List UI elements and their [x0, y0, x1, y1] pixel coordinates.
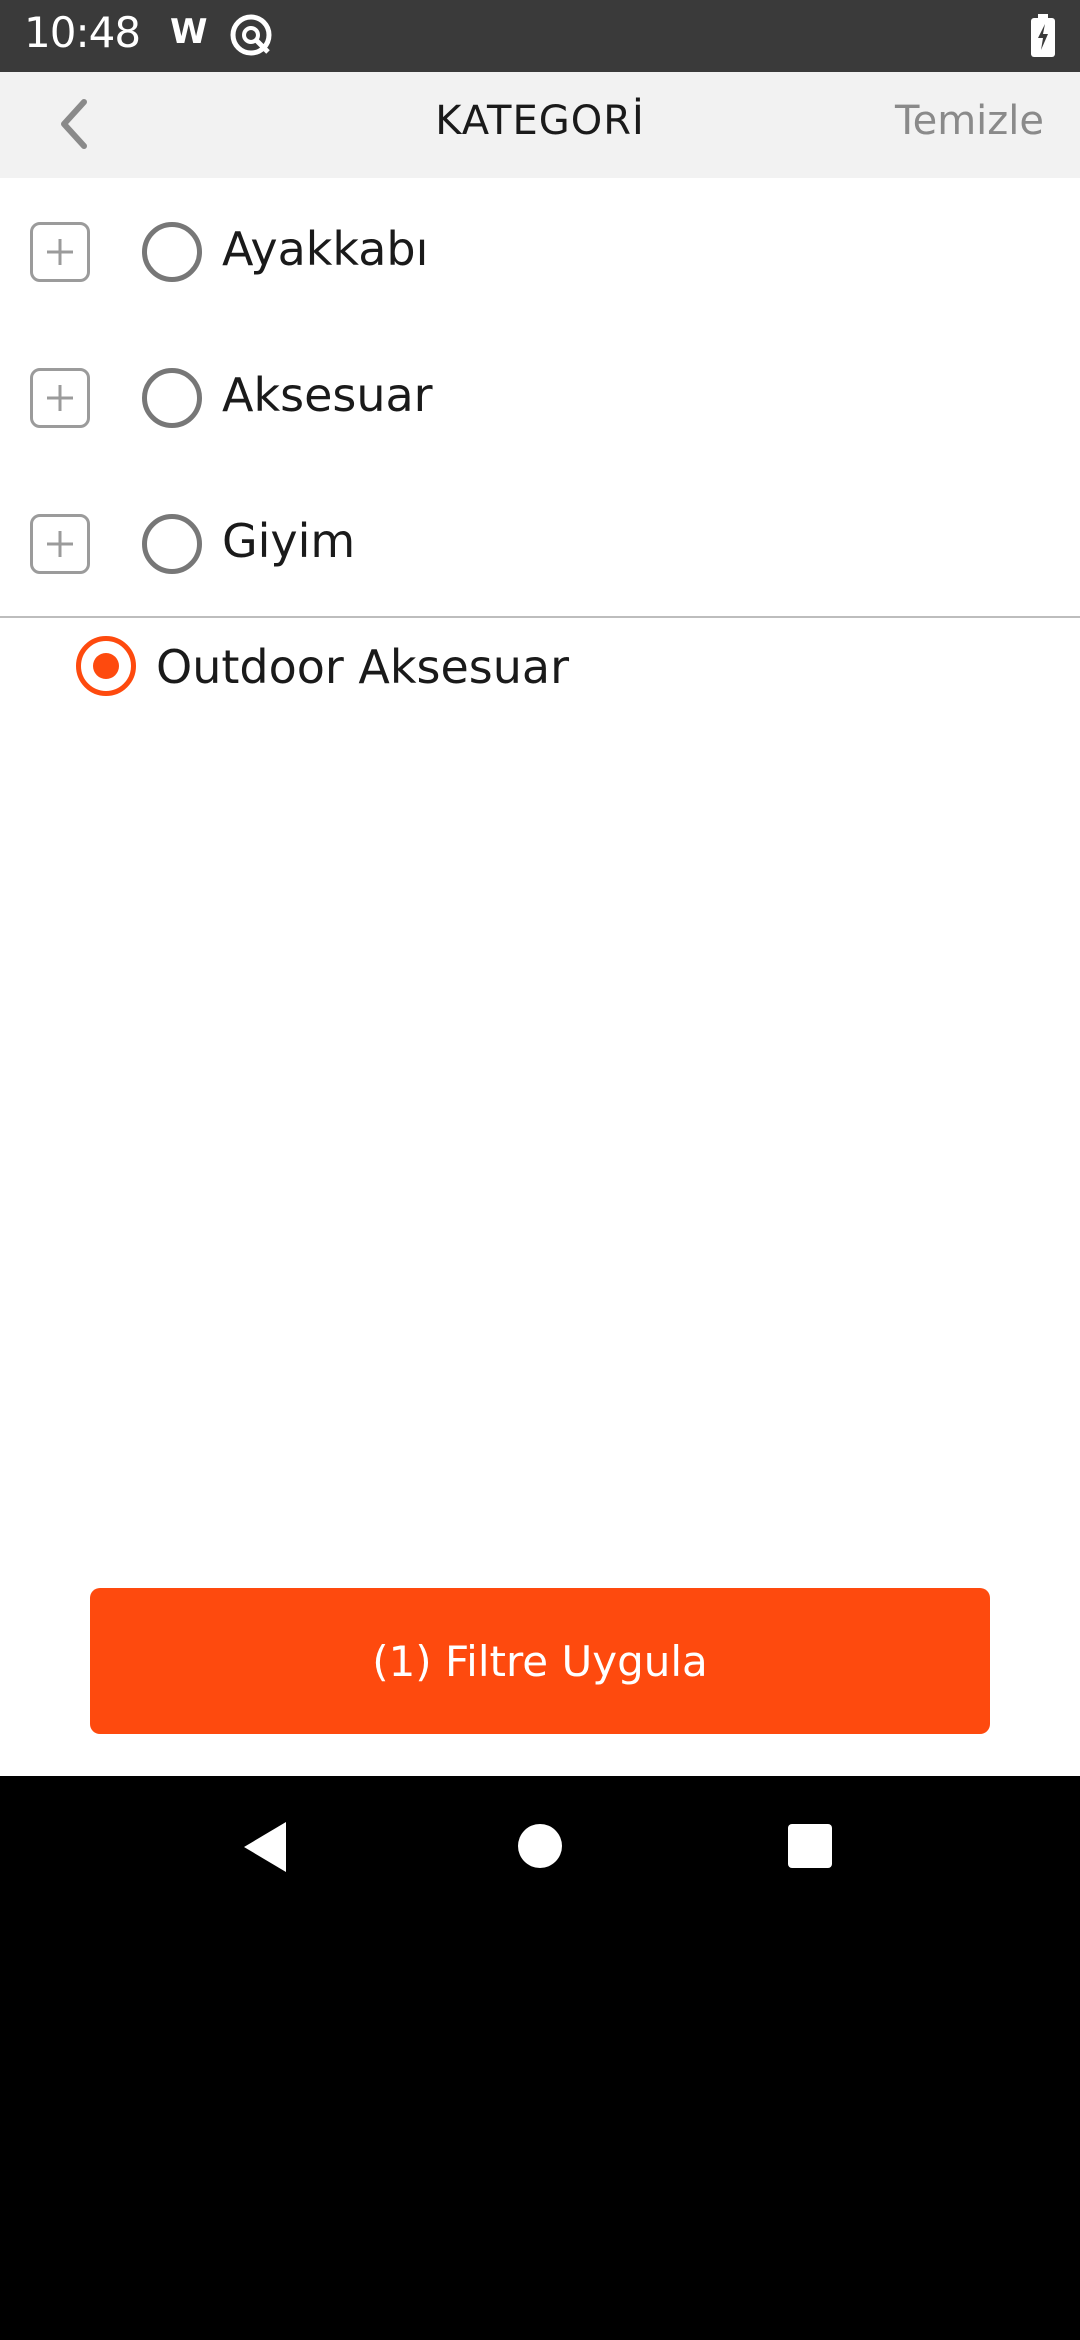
w-icon: W: [170, 12, 208, 52]
battery-icon: [1031, 14, 1055, 57]
subcategory-label: Outdoor Aksesuar: [156, 640, 570, 694]
category-row[interactable]: Ayakkabı: [0, 178, 1080, 326]
category-label: Giyim: [222, 514, 356, 568]
nav-home-icon[interactable]: [518, 1824, 562, 1868]
category-label: Ayakkabı: [222, 222, 429, 276]
filter-screen: KATEGORİ Temizle Ayakkabı Aksesuar Giyim…: [0, 72, 1080, 1776]
clear-button[interactable]: Temizle: [895, 98, 1044, 144]
category-radio[interactable]: [142, 222, 202, 282]
subcategory-radio-selected[interactable]: [76, 636, 136, 696]
nav-back-icon[interactable]: [242, 1820, 288, 1874]
nav-recents-icon[interactable]: [788, 1824, 832, 1868]
subcategory-row[interactable]: Outdoor Aksesuar: [0, 614, 1080, 720]
category-label: Aksesuar: [222, 368, 433, 422]
category-radio[interactable]: [142, 368, 202, 428]
header: KATEGORİ Temizle: [0, 72, 1080, 178]
expand-plus-icon[interactable]: [30, 222, 90, 282]
apply-filter-button[interactable]: (1) Filtre Uygula: [90, 1588, 990, 1734]
expand-plus-icon[interactable]: [30, 368, 90, 428]
expand-plus-icon[interactable]: [30, 514, 90, 574]
category-row[interactable]: Aksesuar: [0, 324, 1080, 472]
category-radio[interactable]: [142, 514, 202, 574]
sync-icon: [230, 14, 272, 56]
radio-dot: [93, 653, 119, 679]
category-row[interactable]: Giyim: [0, 470, 1080, 618]
status-time: 10:48: [24, 8, 141, 57]
status-bar: 10:48 W: [0, 0, 1080, 72]
